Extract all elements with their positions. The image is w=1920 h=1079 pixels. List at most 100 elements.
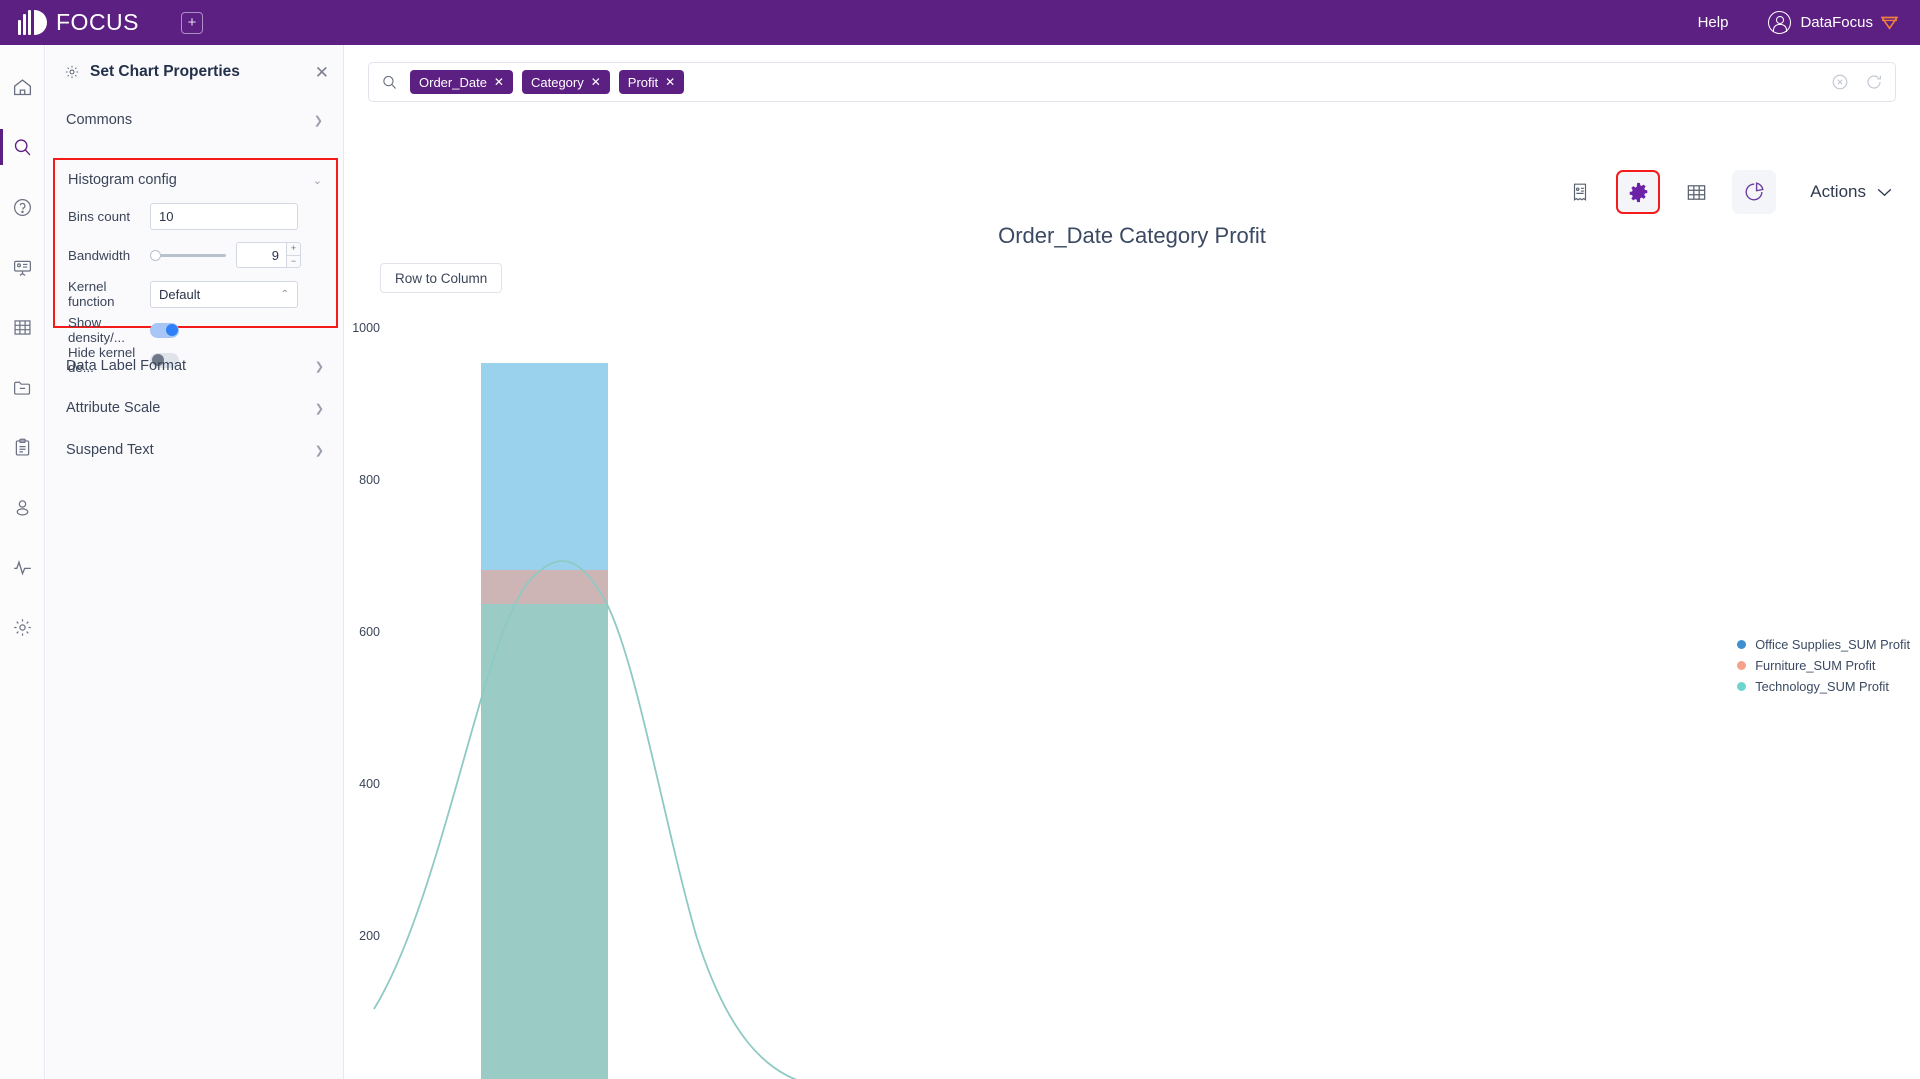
bandwidth-slider[interactable] [150, 248, 226, 262]
slider-handle[interactable] [150, 249, 161, 261]
legend-item-office-supplies[interactable]: Office Supplies_SUM Profit [1737, 637, 1910, 652]
search-chip-order-date[interactable]: Order_Date ✕ [410, 70, 513, 94]
chip-remove-icon[interactable]: ✕ [591, 75, 601, 89]
search-actions [1831, 73, 1883, 91]
kernel-function-row: Kernel function Default ⌃ [55, 278, 336, 310]
chevron-right-icon: ❯ [314, 444, 324, 457]
refresh-icon[interactable] [1865, 73, 1883, 91]
bins-count-label: Bins count [68, 208, 131, 224]
rail-item-search[interactable] [0, 117, 45, 177]
legend-item-furniture[interactable]: Furniture_SUM Profit [1737, 658, 1910, 673]
folder-minus-icon [13, 381, 30, 395]
user-menu[interactable]: DataFocus [1768, 11, 1898, 34]
activity-icon [13, 559, 31, 576]
section-histogram-label: Histogram config [68, 172, 177, 188]
rail-item-settings[interactable] [0, 597, 45, 657]
rail-item-activity[interactable] [0, 537, 45, 597]
show-density-toggle[interactable] [150, 322, 179, 338]
bins-count-input[interactable] [150, 202, 298, 230]
avatar [1768, 11, 1792, 34]
stepper-buttons: + − [286, 242, 301, 268]
legend-color-swatch [1737, 640, 1747, 649]
table-view-button[interactable] [1674, 170, 1718, 214]
bandwidth-row: Bandwidth + − [55, 239, 336, 271]
search-icon [383, 75, 396, 89]
legend-item-technology[interactable]: Technology_SUM Profit [1737, 679, 1910, 694]
bandwidth-input[interactable] [236, 242, 286, 268]
settings-icon [13, 618, 31, 636]
user-name: DataFocus [1800, 14, 1873, 31]
section-attribute-scale-label: Attribute Scale [66, 400, 161, 416]
section-commons-label: Commons [66, 112, 133, 128]
datafocus-diamond-icon [1881, 16, 1898, 30]
stepper-decrement-button[interactable]: − [287, 256, 300, 268]
section-suspend-text[interactable]: Suspend Text ❯ [46, 429, 344, 471]
chip-label: Order_Date [419, 74, 487, 90]
section-commons[interactable]: Commons ❯ [46, 99, 343, 141]
plus-square-icon[interactable]: + [181, 11, 203, 34]
chart-legend: Office Supplies_SUM Profit Furniture_SUM… [1737, 637, 1910, 700]
chart-settings-button[interactable] [1616, 170, 1661, 214]
brand-logo[interactable]: FOCUS [18, 9, 139, 36]
help-circle-icon [13, 198, 31, 216]
bandwidth-label: Bandwidth [68, 247, 131, 263]
table-icon [13, 319, 31, 335]
search-bar[interactable]: Order_Date ✕ Category ✕ Profit ✕ [368, 62, 1896, 102]
rail-item-help[interactable] [0, 177, 45, 237]
kernel-function-value: Default [159, 286, 201, 302]
actions-menu[interactable]: Actions [1810, 182, 1892, 202]
help-link[interactable]: Help [1698, 14, 1729, 31]
density-curve [373, 560, 798, 1079]
legend-label: Office Supplies_SUM Profit [1755, 637, 1910, 652]
section-data-label-format[interactable]: Data Label Format ❯ [46, 345, 344, 387]
rail-item-table[interactable] [0, 297, 45, 357]
legend-color-swatch [1737, 661, 1747, 670]
legend-color-swatch [1737, 682, 1747, 691]
actions-label: Actions [1810, 182, 1866, 201]
chart-plot-area: 1000 800 600 400 200 0 -6470 -2152.92 21… [344, 295, 1920, 1079]
chevron-up-icon: ⌄ [312, 174, 322, 187]
rail-item-user[interactable] [0, 477, 45, 537]
clear-circle-icon[interactable] [1831, 73, 1849, 91]
receipt-icon [1574, 183, 1587, 201]
search-chip-category[interactable]: Category ✕ [521, 70, 610, 94]
close-icon[interactable]: ✕ [315, 64, 329, 81]
presentation-icon [13, 260, 31, 276]
chevron-right-icon: ❯ [314, 402, 324, 415]
rail-item-presentation[interactable] [0, 237, 45, 297]
chip-label: Profit [627, 74, 659, 90]
section-data-label-format-label: Data Label Format [66, 358, 187, 374]
stepper-increment-button[interactable]: + [287, 243, 300, 256]
chip-remove-icon[interactable]: ✕ [494, 75, 504, 89]
section-attribute-scale[interactable]: Attribute Scale ❯ [46, 387, 344, 429]
top-bar: FOCUS + Help DataFocus [0, 0, 1920, 45]
chevron-up-icon: ⌃ [280, 288, 289, 300]
row-to-column-label: Row to Column [395, 270, 488, 286]
chip-label: Category [530, 74, 584, 90]
rail-item-clipboard[interactable] [0, 417, 45, 477]
legend-label: Furniture_SUM Profit [1755, 658, 1876, 673]
chevron-right-icon: ❯ [314, 360, 324, 373]
bins-count-row: Bins count [55, 200, 336, 232]
kernel-function-select[interactable]: Default ⌃ [150, 280, 298, 308]
gear-icon [65, 65, 79, 79]
section-histogram-config[interactable]: Histogram config ⌄ [55, 160, 336, 200]
row-to-column-button[interactable]: Row to Column [380, 263, 503, 293]
chart-toolbar: Actions [1544, 170, 1892, 214]
search-chip-profit[interactable]: Profit ✕ [618, 70, 685, 94]
chart-type-button[interactable] [1732, 170, 1777, 214]
slider-track [150, 253, 226, 257]
show-density-label: Show density/... [68, 315, 125, 345]
chevron-right-icon: ❯ [313, 114, 323, 127]
receipt-button[interactable] [1558, 170, 1602, 214]
rail-item-home[interactable] [0, 57, 45, 117]
kernel-function-label: Kernel function [68, 279, 115, 309]
chip-remove-icon[interactable]: ✕ [665, 75, 675, 89]
main-content: Order_Date ✕ Category ✕ Profit ✕ Actions… [344, 45, 1920, 1079]
histogram-config-group: Histogram config ⌄ Bins count Bandwidth … [53, 158, 338, 375]
chart-properties-panel: Set Chart Properties ✕ Commons ❯ Histogr… [46, 45, 344, 1079]
chart-title: Order_Date Category Profit [998, 223, 1266, 248]
rail-item-folder[interactable] [0, 357, 45, 417]
panel-title: Set Chart Properties [90, 63, 240, 80]
table-grid-icon [1687, 184, 1706, 200]
